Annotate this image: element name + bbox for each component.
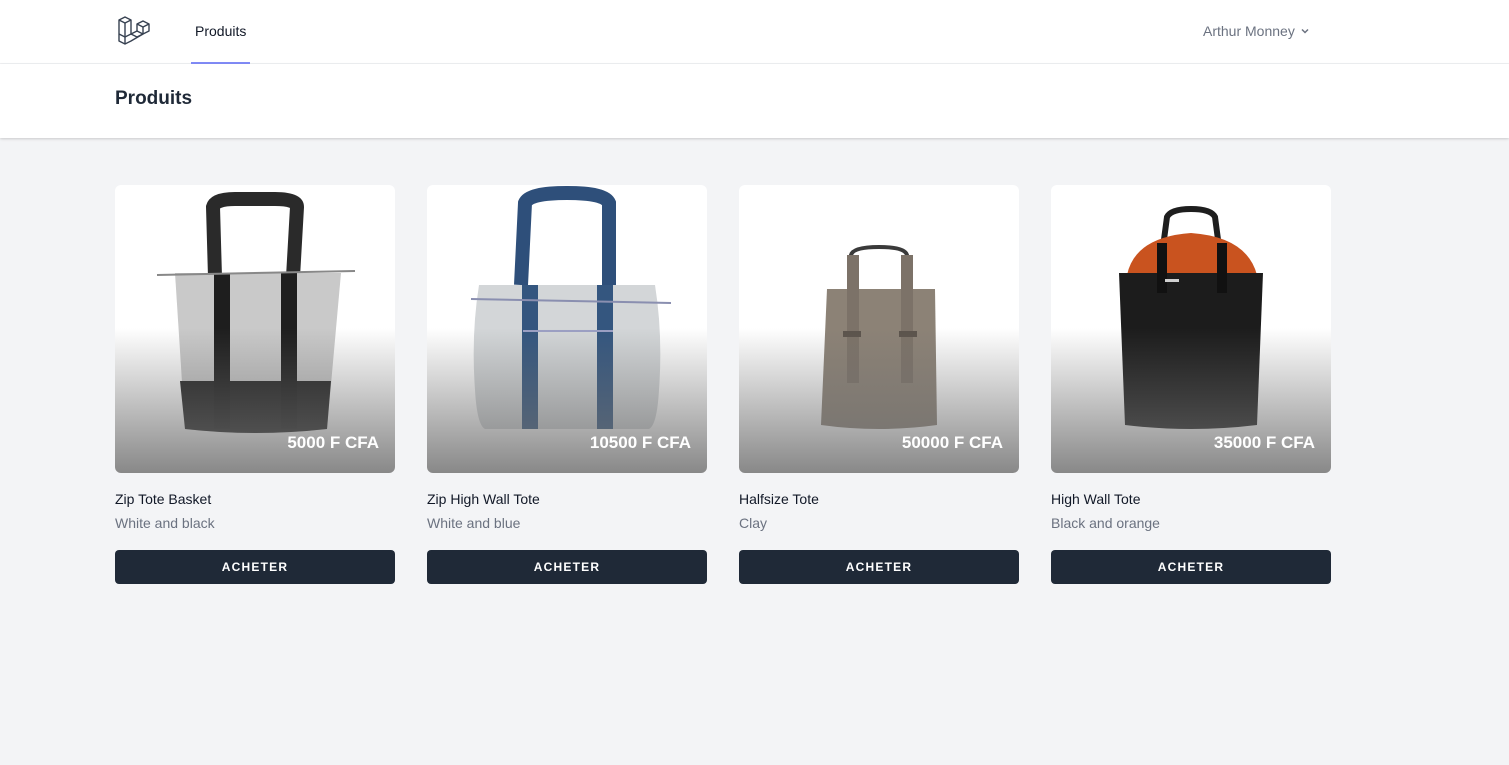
product-image[interactable]: 35000 F CFA [1051, 185, 1331, 473]
chevron-down-icon [1301, 28, 1309, 34]
navbar: Produits Arthur Monney [0, 0, 1509, 64]
nav-link-produits[interactable]: Produits [191, 0, 251, 64]
product-image[interactable]: 50000 F CFA [739, 185, 1019, 473]
product-grid: 5000 F CFA Zip Tote Basket White and bla… [115, 185, 1331, 584]
product-image[interactable]: 5000 F CFA [115, 185, 395, 473]
buy-button[interactable]: ACHETER [739, 550, 1019, 584]
product-card: 35000 F CFA High Wall Tote Black and ora… [1051, 185, 1331, 584]
laravel-logo-icon[interactable] [117, 14, 151, 48]
buy-button[interactable]: ACHETER [1051, 550, 1331, 584]
product-description: White and blue [427, 515, 521, 531]
product-name[interactable]: Zip Tote Basket [115, 491, 395, 509]
product-price: 35000 F CFA [1213, 433, 1315, 452]
product-price: 5000 F CFA [287, 433, 379, 452]
user-menu[interactable]: Arthur Monney [1203, 0, 1310, 62]
page-header: Produits [0, 64, 1509, 138]
product-card: 50000 F CFA Halfsize Tote Clay ACHETER [739, 185, 1019, 584]
product-card: 10500 F CFA Zip High Wall Tote White and… [427, 185, 707, 584]
user-name: Arthur Monney [1203, 23, 1295, 39]
product-name[interactable]: Halfsize Tote [739, 491, 1019, 509]
product-name[interactable]: High Wall Tote [1051, 491, 1331, 509]
buy-button[interactable]: ACHETER [427, 550, 707, 584]
product-name[interactable]: Zip High Wall Tote [427, 491, 707, 509]
product-image[interactable]: 10500 F CFA [427, 185, 707, 473]
buy-button[interactable]: ACHETER [115, 550, 395, 584]
product-description: Black and orange [1051, 515, 1160, 531]
product-price: 50000 F CFA [901, 433, 1003, 452]
product-description: White and black [115, 515, 215, 531]
page-title: Produits [115, 88, 193, 109]
product-price: 10500 F CFA [589, 433, 691, 452]
product-description: Clay [739, 515, 768, 531]
product-card: 5000 F CFA Zip Tote Basket White and bla… [115, 185, 395, 584]
